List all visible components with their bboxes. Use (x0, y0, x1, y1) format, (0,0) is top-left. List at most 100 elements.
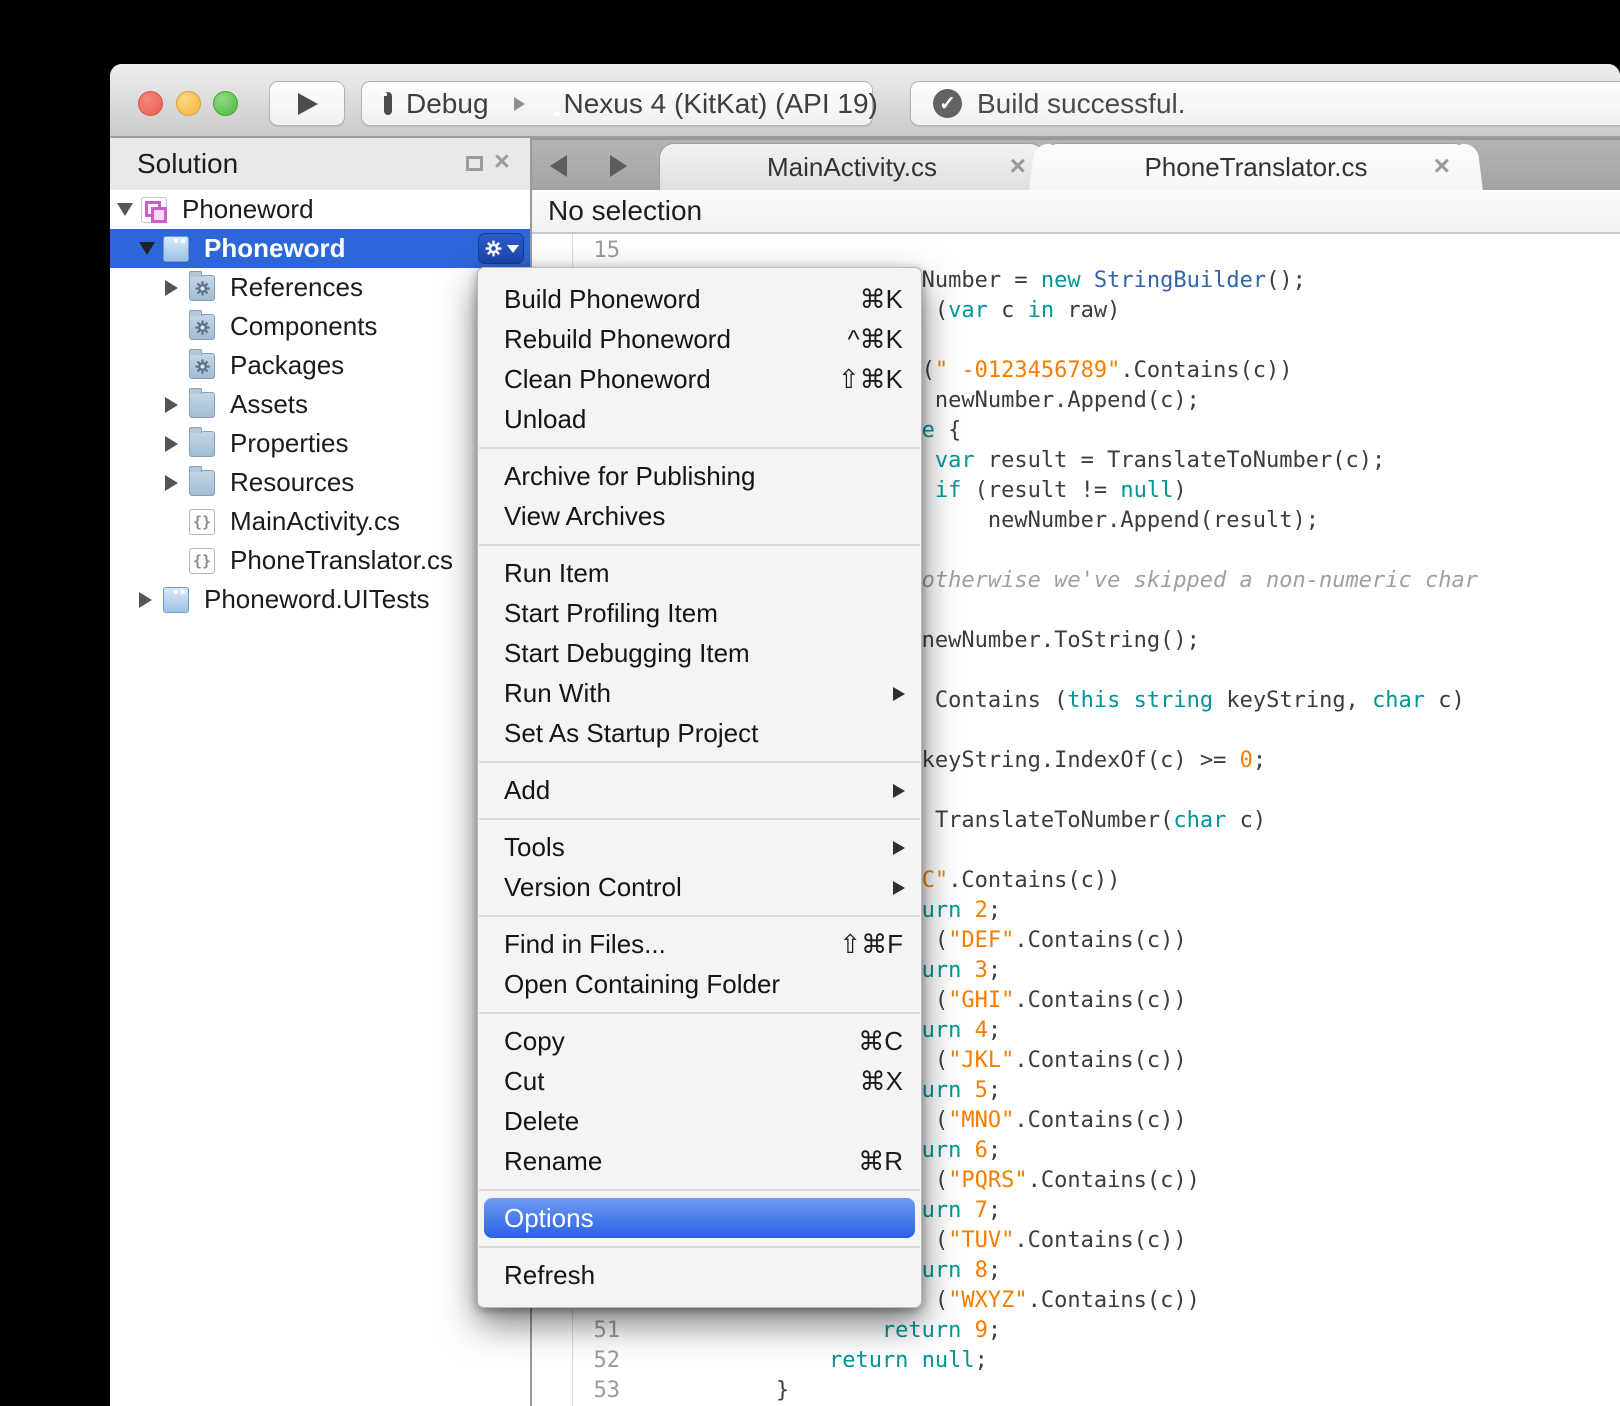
tree-item-resources[interactable]: Resources (110, 463, 530, 502)
menu-item-add[interactable]: Add (478, 770, 921, 810)
menu-item-run-item[interactable]: Run Item (478, 553, 921, 593)
menu-separator (478, 753, 921, 770)
tree-item-phoneword[interactable]: Phoneword (110, 190, 530, 229)
menu-item-refresh[interactable]: Refresh (478, 1255, 921, 1295)
menu-item-label: Rebuild Phoneword (504, 324, 731, 355)
navigate-forward-button[interactable] (610, 155, 627, 177)
menu-item-label: Archive for Publishing (504, 461, 755, 492)
expand-icon[interactable] (139, 592, 163, 608)
menu-item-rebuild-phoneword[interactable]: Rebuild Phoneword^⌘K (478, 319, 921, 359)
menu-item-label: Unload (504, 404, 586, 435)
tree-item-packages[interactable]: Packages (110, 346, 530, 385)
close-tab-icon[interactable]: × (1010, 150, 1026, 182)
menu-item-archive-for-publishing[interactable]: Archive for Publishing (478, 456, 921, 496)
navigate-back-button[interactable] (550, 155, 567, 177)
tree-item-phonetranslator-cs[interactable]: {}PhoneTranslator.cs (110, 541, 530, 580)
minimize-window-button[interactable] (176, 91, 201, 116)
tree-item-properties[interactable]: Properties (110, 424, 530, 463)
menu-item-delete[interactable]: Delete (478, 1101, 921, 1141)
menu-item-unload[interactable]: Unload (478, 399, 921, 439)
menu-item-label: Rename (504, 1146, 602, 1177)
tree-item-phoneword-uitests[interactable]: Phoneword.UITests (110, 580, 530, 619)
tree-item-label: Phoneword.UITests (204, 584, 429, 615)
menu-item-label: Set As Startup Project (504, 718, 758, 749)
submenu-arrow-icon (893, 841, 905, 855)
code-line: 15 (532, 236, 1620, 266)
menu-item-label: Cut (504, 1066, 544, 1097)
tree-item-phoneword[interactable]: Phoneword (110, 229, 530, 268)
tab-bar: MainActivity.cs × PhoneTranslator.cs × (532, 138, 1620, 190)
collapse-icon[interactable] (139, 242, 163, 255)
code-line: 51 return 9; (532, 1316, 1620, 1346)
menu-item-label: Start Profiling Item (504, 598, 718, 629)
menu-item-cut[interactable]: Cut⌘X (478, 1061, 921, 1101)
menu-separator (478, 1238, 921, 1255)
breadcrumb: No selection (532, 190, 1620, 234)
menu-item-label: Clean Phoneword (504, 364, 711, 395)
play-icon (298, 93, 318, 115)
tree-item-assets[interactable]: Assets (110, 385, 530, 424)
tree-item-mainactivity-cs[interactable]: {}MainActivity.cs (110, 502, 530, 541)
menu-item-tools[interactable]: Tools (478, 827, 921, 867)
expand-icon[interactable] (165, 280, 189, 296)
solution-pad: Solution × PhonewordPhonewordReferencesC… (110, 138, 530, 1406)
project-gear-menu-button[interactable] (478, 233, 524, 264)
tab-mainactivity[interactable]: MainActivity.cs × (660, 144, 1044, 190)
menu-item-shortcut: ⌘R (858, 1146, 903, 1177)
ide-window: Debug Nexus 4 (KitKat) (API 19) ✓ Build … (110, 64, 1620, 1406)
status-text: Build successful. (977, 88, 1186, 120)
tree-item-label: Properties (230, 428, 349, 459)
menu-item-find-in-files[interactable]: Find in Files...⇧⌘F (478, 924, 921, 964)
menu-item-label: Build Phoneword (504, 284, 701, 315)
tree-item-label: Assets (230, 389, 308, 420)
run-button[interactable] (269, 81, 345, 126)
menu-item-start-debugging-item[interactable]: Start Debugging Item (478, 633, 921, 673)
submenu-arrow-icon (893, 687, 905, 701)
project-icon (163, 587, 189, 613)
menu-item-open-containing-folder[interactable]: Open Containing Folder (478, 964, 921, 1004)
expand-icon[interactable] (165, 475, 189, 491)
configuration-label: Debug (406, 88, 489, 120)
csharp-file-icon: {} (189, 509, 215, 535)
menu-separator (478, 907, 921, 924)
tree-item-label: Packages (230, 350, 344, 381)
menu-item-copy[interactable]: Copy⌘C (478, 1021, 921, 1061)
menu-item-start-profiling-item[interactable]: Start Profiling Item (478, 593, 921, 633)
menu-item-build-phoneword[interactable]: Build Phoneword⌘K (478, 279, 921, 319)
menu-separator (478, 536, 921, 553)
close-window-button[interactable] (138, 91, 163, 116)
menu-separator (478, 1181, 921, 1198)
menu-item-clean-phoneword[interactable]: Clean Phoneword⇧⌘K (478, 359, 921, 399)
solution-pad-header: Solution × (110, 138, 530, 190)
tree-item-components[interactable]: Components (110, 307, 530, 346)
menu-item-view-archives[interactable]: View Archives (478, 496, 921, 536)
menu-item-shortcut: ⇧⌘F (839, 929, 903, 960)
menu-item-shortcut: ⌘C (858, 1026, 903, 1057)
menu-item-run-with[interactable]: Run With (478, 673, 921, 713)
menu-item-rename[interactable]: Rename ⌘R (478, 1141, 921, 1181)
gear-folder-icon (189, 353, 215, 379)
zoom-window-button[interactable] (213, 91, 238, 116)
menu-item-label: Start Debugging Item (504, 638, 750, 669)
menu-item-set-as-startup-project[interactable]: Set As Startup Project (478, 713, 921, 753)
tree-item-label: Resources (230, 467, 354, 498)
collapse-icon[interactable] (117, 203, 141, 216)
menu-item-version-control[interactable]: Version Control (478, 867, 921, 907)
build-configuration-selector[interactable]: Debug Nexus 4 (KitKat) (API 19) (361, 81, 873, 126)
solution-pad-title: Solution (137, 148, 238, 180)
gear-folder-icon (189, 314, 215, 340)
tab-phonetranslator[interactable]: PhoneTranslator.cs × (1044, 144, 1468, 190)
close-tab-icon[interactable]: × (1434, 150, 1450, 182)
menu-item-label: Run Item (504, 558, 610, 589)
csharp-file-icon: {} (189, 548, 215, 574)
build-success-icon: ✓ (933, 89, 962, 118)
close-pad-icon[interactable]: × (494, 146, 510, 177)
gear-folder-icon (189, 275, 215, 301)
expand-icon[interactable] (165, 436, 189, 452)
expand-icon[interactable] (165, 397, 189, 413)
menu-separator (478, 439, 921, 456)
project-context-menu: Build Phoneword⌘KRebuild Phoneword^⌘KCle… (477, 267, 922, 1308)
tree-item-references[interactable]: References (110, 268, 530, 307)
menu-item-options[interactable]: Options (484, 1198, 915, 1238)
dock-pad-icon[interactable] (466, 156, 483, 171)
